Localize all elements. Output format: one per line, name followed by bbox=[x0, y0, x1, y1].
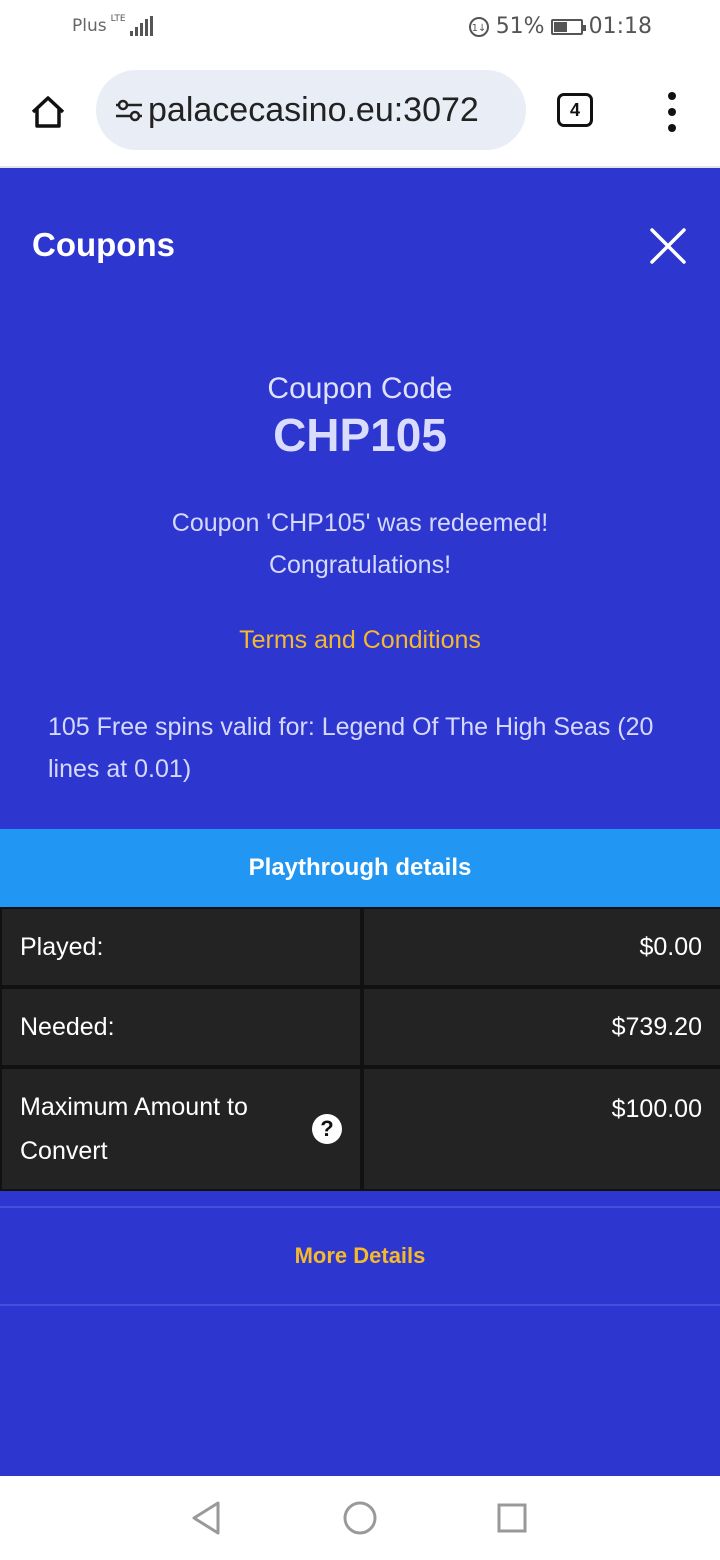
more-details-bar: More Details bbox=[0, 1206, 720, 1306]
played-label: Played: bbox=[2, 909, 360, 985]
signal-icon bbox=[129, 16, 153, 36]
home-icon bbox=[31, 96, 65, 128]
modal-title: Coupons bbox=[32, 226, 175, 263]
redeemed-message: Coupon 'CHP105' was redeemed! Congratula… bbox=[60, 502, 660, 586]
status-right: 1↓ 51% 01:18 bbox=[468, 14, 652, 39]
clock: 01:18 bbox=[588, 14, 652, 39]
browser-toolbar: palacecasino.eu:3072 4 bbox=[0, 56, 720, 168]
battery-icon bbox=[550, 18, 586, 35]
table-row: Played: $0.00 bbox=[0, 907, 720, 987]
status-bar: Plus LTE 1↓ 51% 01:18 bbox=[0, 0, 720, 56]
battery-fill bbox=[553, 21, 567, 32]
home-button[interactable] bbox=[26, 90, 70, 134]
battery-percent: 51% bbox=[495, 14, 545, 39]
back-icon[interactable] bbox=[190, 1500, 222, 1536]
congrats-line: Congratulations! bbox=[268, 551, 452, 579]
data-saver-icon: 1↓ bbox=[468, 16, 489, 37]
close-icon bbox=[650, 228, 686, 264]
status-left: Plus LTE bbox=[72, 14, 153, 36]
site-settings-icon[interactable] bbox=[114, 95, 144, 125]
tab-count: 4 bbox=[569, 99, 580, 120]
coupons-modal: Coupons Coupon Code CHP105 Coupon 'CHP10… bbox=[0, 168, 720, 1476]
played-value: $0.00 bbox=[364, 909, 720, 985]
help-icon[interactable]: ? bbox=[312, 1114, 342, 1144]
terms-link[interactable]: Terms and Conditions bbox=[0, 626, 720, 655]
home-circle-icon[interactable] bbox=[343, 1501, 377, 1535]
network-type: LTE bbox=[110, 14, 126, 24]
carrier-name: Plus bbox=[72, 16, 107, 36]
needed-label: Needed: bbox=[2, 989, 360, 1065]
recents-icon[interactable] bbox=[497, 1503, 527, 1533]
overflow-menu-icon[interactable] bbox=[660, 92, 684, 132]
free-spins-info: 105 Free spins valid for: Legend Of The … bbox=[48, 713, 654, 783]
playthrough-header: Playthrough details bbox=[0, 829, 720, 907]
more-details-button[interactable]: More Details bbox=[295, 1243, 426, 1269]
tabs-button[interactable]: 4 bbox=[557, 93, 593, 127]
redeemed-line: Coupon 'CHP105' was redeemed! bbox=[171, 509, 549, 537]
playthrough-table: Played: $0.00 Needed: $739.20 Maximum Am… bbox=[0, 907, 720, 1191]
coupon-code-label: Coupon Code bbox=[267, 372, 453, 405]
coupon-code: CHP105 bbox=[273, 409, 447, 461]
system-nav-bar bbox=[0, 1476, 720, 1560]
table-row: Needed: $739.20 bbox=[0, 987, 720, 1067]
close-button[interactable] bbox=[646, 224, 690, 268]
table-row: Maximum Amount to Convert ? $100.00 bbox=[0, 1067, 720, 1191]
svg-text:1↓: 1↓ bbox=[471, 23, 486, 34]
max-convert-label: Maximum Amount to Convert ? bbox=[2, 1069, 360, 1189]
playthrough-header-text: Playthrough details bbox=[248, 854, 472, 881]
max-convert-value: $100.00 bbox=[364, 1069, 720, 1189]
needed-value: $739.20 bbox=[364, 989, 720, 1065]
terms-link-text[interactable]: Terms and Conditions bbox=[239, 626, 481, 654]
address-bar[interactable]: palacecasino.eu:3072 bbox=[96, 70, 526, 150]
url-text: palacecasino.eu:3072 bbox=[148, 90, 479, 129]
